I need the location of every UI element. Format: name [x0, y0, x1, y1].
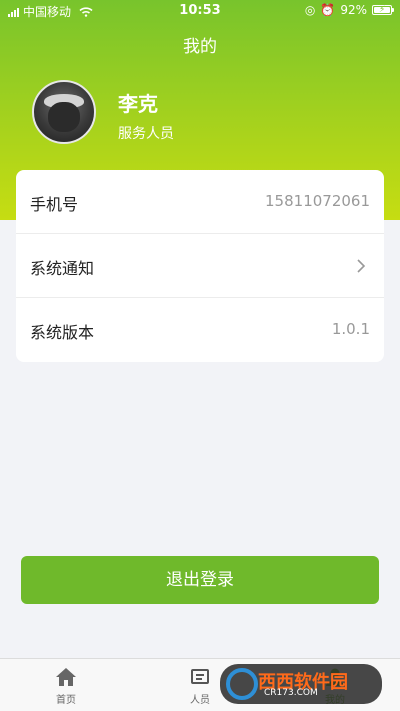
logout-button[interactable]: 退出登录 — [21, 556, 379, 604]
battery-icon: ⚡ — [372, 5, 394, 15]
watermark: 西西软件园 CR173.COM — [220, 664, 382, 704]
battery-percent: 92% — [340, 3, 367, 17]
system-version-label: 系统版本 — [30, 323, 95, 342]
tab-home[interactable]: 首页 — [21, 659, 111, 711]
status-right: ◎ ⏰ 92% ⚡ — [304, 3, 394, 17]
system-notification-row[interactable]: 系统通知 — [16, 234, 384, 298]
home-icon — [56, 668, 76, 686]
phone-value: 15811072061 — [265, 192, 370, 210]
system-version-row: 系统版本 1.0.1 — [16, 298, 384, 362]
people-icon — [191, 669, 209, 684]
watermark-logo-icon — [226, 668, 258, 700]
orientation-lock-icon: ◎ — [304, 3, 316, 17]
phone-row: 手机号 15811072061 — [16, 170, 384, 234]
system-notification-label: 系统通知 — [30, 259, 95, 278]
tab-home-label: 首页 — [56, 695, 76, 706]
chevron-right-icon — [357, 259, 366, 273]
watermark-site: CR173.COM — [264, 688, 318, 698]
user-name: 李克 — [118, 92, 158, 116]
phone-label: 手机号 — [30, 195, 79, 214]
alarm-icon: ⏰ — [320, 3, 336, 17]
page-title: 我的 — [183, 37, 217, 57]
status-bar: 中国移动 10:53 ◎ ⏰ 92% ⚡ — [0, 0, 400, 22]
user-role: 服务人员 — [118, 126, 174, 142]
info-card: 手机号 15811072061 系统通知 系统版本 1.0.1 — [16, 170, 384, 362]
system-version-value: 1.0.1 — [331, 320, 370, 338]
avatar[interactable] — [32, 80, 96, 144]
